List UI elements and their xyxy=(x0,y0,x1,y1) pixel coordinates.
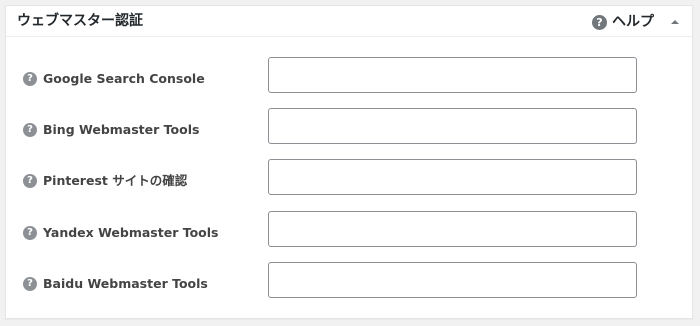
field-row-baidu-webmaster-tools: ? Baidu Webmaster Tools xyxy=(6,262,692,313)
help-label: ヘルプ xyxy=(612,14,654,30)
field-label: Baidu Webmaster Tools xyxy=(43,276,208,291)
bing-webmaster-tools-input[interactable] xyxy=(268,108,637,144)
question-circle-icon: ? xyxy=(592,14,607,30)
field-row-yandex-webmaster-tools: ? Yandex Webmaster Tools xyxy=(6,211,692,262)
field-label: Pinterest サイトの確認 xyxy=(43,173,188,188)
google-search-console-input[interactable] xyxy=(268,57,637,93)
pinterest-verification-input[interactable] xyxy=(268,159,637,195)
question-circle-icon[interactable]: ? xyxy=(23,72,37,86)
field-label: Google Search Console xyxy=(43,71,205,86)
panel-title: ウェブマスター認証 xyxy=(17,13,143,29)
question-circle-icon[interactable]: ? xyxy=(23,123,37,137)
field-row-google-search-console: ? Google Search Console xyxy=(6,57,692,108)
collapse-toggle-button[interactable] xyxy=(667,14,683,30)
webmaster-verification-panel: ウェブマスター認証 ? ヘルプ ? Google Search Console … xyxy=(5,5,693,319)
question-circle-icon[interactable]: ? xyxy=(23,277,37,291)
field-label: Bing Webmaster Tools xyxy=(43,122,200,137)
triangle-up-icon xyxy=(671,20,679,24)
field-label: Yandex Webmaster Tools xyxy=(43,225,219,240)
question-circle-icon[interactable]: ? xyxy=(23,226,37,240)
question-circle-icon[interactable]: ? xyxy=(23,174,37,188)
field-row-bing-webmaster-tools: ? Bing Webmaster Tools xyxy=(6,108,692,159)
yandex-webmaster-tools-input[interactable] xyxy=(268,211,637,247)
field-row-pinterest: ? Pinterest サイトの確認 xyxy=(6,159,692,210)
baidu-webmaster-tools-input[interactable] xyxy=(268,262,637,298)
help-toggle-button[interactable]: ? ヘルプ xyxy=(592,13,654,31)
panel-header: ウェブマスター認証 ? ヘルプ xyxy=(6,6,692,37)
